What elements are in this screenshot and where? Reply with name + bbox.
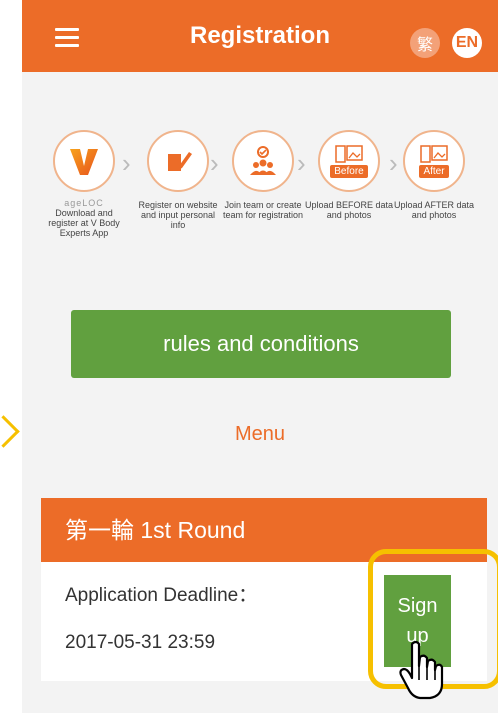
ageloc-logo: ageLOC — [64, 198, 104, 208]
after-badge: After — [419, 165, 449, 178]
chevron-right-icon: › — [122, 148, 131, 178]
step-label: Upload BEFORE data and photos — [304, 200, 394, 220]
document-pen-icon — [147, 130, 209, 192]
step-label: Register on website and input personal i… — [138, 200, 218, 230]
team-icon — [232, 130, 294, 192]
rules-and-conditions-button[interactable]: rules and conditions — [71, 310, 451, 378]
hand-cursor-icon — [399, 640, 444, 700]
language-zh-button[interactable]: 繁 — [410, 28, 440, 58]
v-logo-icon — [53, 130, 115, 192]
step-register-website: Register on website and input personal i… — [133, 130, 223, 230]
registration-steps: ageLOC Download and register at V Body E… — [22, 130, 498, 250]
after-photos-icon: After — [403, 130, 465, 192]
step-label: Upload AFTER data and photos — [393, 200, 475, 220]
step-upload-after: After Upload AFTER data and photos — [389, 130, 479, 220]
language-en-button[interactable]: EN — [452, 28, 482, 58]
menu-link[interactable]: Menu — [22, 423, 498, 446]
deadline-value: 2017-05-31 23:59 — [65, 632, 216, 653]
app-screen: Registration 繁 EN ageLOC Download and re… — [22, 0, 498, 713]
step-upload-before: Before Upload BEFORE data and photos — [304, 130, 394, 220]
before-badge: Before — [330, 165, 368, 178]
deadline-label: Application Deadline： — [65, 585, 258, 606]
before-photos-icon: Before — [318, 130, 380, 192]
step-label: Join team or create team for registratio… — [222, 200, 304, 220]
step-label: Download and register at V Body Experts … — [48, 208, 120, 238]
highlight-arrow — [0, 415, 20, 448]
step-join-team: Join team or create team for registratio… — [218, 130, 308, 220]
header-bar: Registration 繁 EN — [22, 0, 498, 72]
step-download-app: ageLOC Download and register at V Body E… — [39, 130, 129, 238]
